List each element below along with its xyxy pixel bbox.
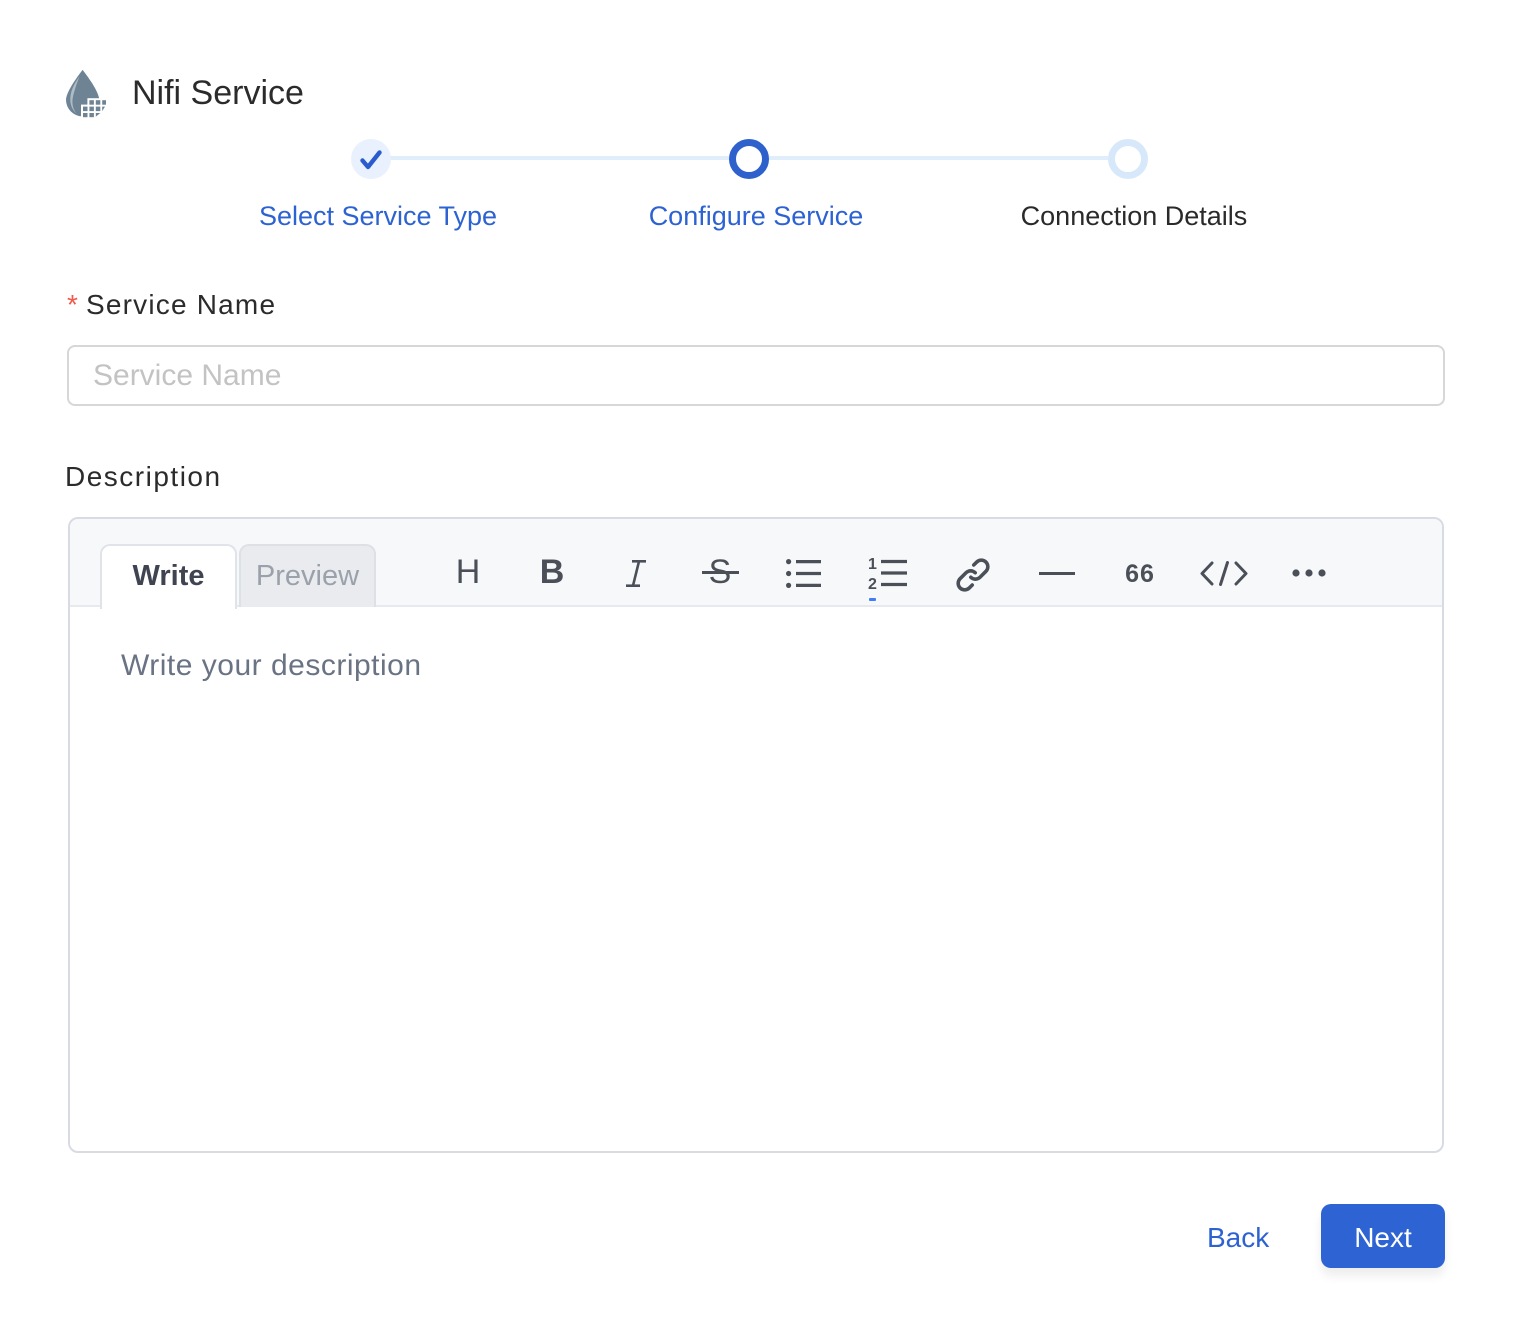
svg-text:1: 1 [868, 556, 877, 573]
svg-text:2: 2 [868, 576, 877, 590]
